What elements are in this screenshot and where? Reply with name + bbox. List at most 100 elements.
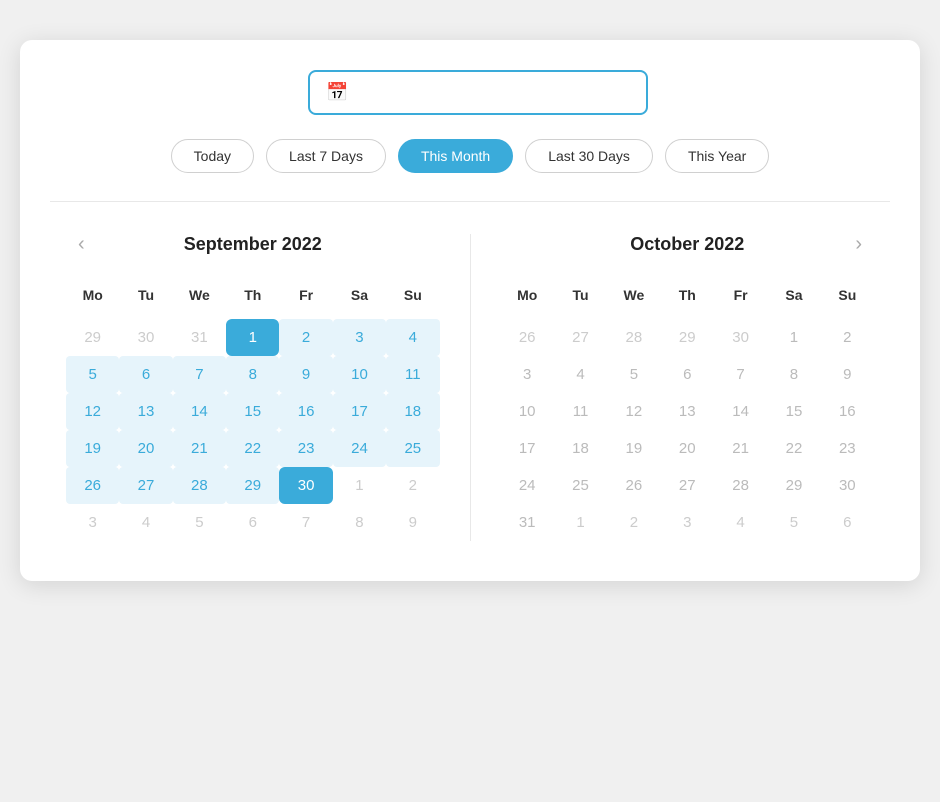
dow-header-we: We xyxy=(173,279,226,319)
cal-day[interactable]: 27 xyxy=(661,467,714,504)
cal-day[interactable]: 13 xyxy=(661,393,714,430)
cal-day[interactable]: 21 xyxy=(714,430,767,467)
cal-day[interactable]: 9 xyxy=(821,356,874,393)
calendar-icon: 📅 xyxy=(326,82,348,103)
cal-day[interactable]: 11 xyxy=(386,356,439,393)
cal-day[interactable]: 12 xyxy=(607,393,660,430)
preset-btn-last30days[interactable]: Last 30 Days xyxy=(525,139,653,173)
cal-day[interactable]: 1 xyxy=(226,319,279,356)
cal-day[interactable]: 5 xyxy=(66,356,119,393)
cal-day[interactable]: 21 xyxy=(173,430,226,467)
dow-header-mo: Mo xyxy=(66,279,119,319)
cal-day[interactable]: 3 xyxy=(333,319,386,356)
cal-day[interactable]: 29 xyxy=(767,467,820,504)
cal-day[interactable]: 8 xyxy=(767,356,820,393)
dow-header-fr: Fr xyxy=(714,279,767,319)
cal-day[interactable]: 18 xyxy=(386,393,439,430)
cal-day[interactable]: 4 xyxy=(554,356,607,393)
dow-header-mo: Mo xyxy=(501,279,554,319)
cal-day[interactable]: 2 xyxy=(821,319,874,356)
cal-day[interactable]: 27 xyxy=(119,467,172,504)
cal-day[interactable]: 1 xyxy=(767,319,820,356)
cal-day[interactable]: 6 xyxy=(119,356,172,393)
cal-day[interactable]: 6 xyxy=(661,356,714,393)
cal-day[interactable]: 18 xyxy=(554,430,607,467)
cal-day[interactable]: 10 xyxy=(333,356,386,393)
cal-day[interactable]: 3 xyxy=(501,356,554,393)
cal-header-sep2022: ‹September 2022 xyxy=(66,234,440,255)
cal-day: 30 xyxy=(119,319,172,356)
dow-header-fr: Fr xyxy=(279,279,332,319)
cal-day[interactable]: 30 xyxy=(821,467,874,504)
cal-day[interactable]: 28 xyxy=(714,467,767,504)
cal-day[interactable]: 13 xyxy=(119,393,172,430)
cal-day[interactable]: 8 xyxy=(226,356,279,393)
date-range-input[interactable]: 📅 xyxy=(308,70,648,115)
cal-day[interactable]: 23 xyxy=(821,430,874,467)
preset-btn-thismonth[interactable]: This Month xyxy=(398,139,513,173)
cal-day[interactable]: 12 xyxy=(66,393,119,430)
cal-day[interactable]: 14 xyxy=(714,393,767,430)
cal-day[interactable]: 22 xyxy=(767,430,820,467)
cal-day: 4 xyxy=(714,504,767,541)
cal-day[interactable]: 15 xyxy=(767,393,820,430)
cal-day[interactable]: 31 xyxy=(501,504,554,541)
cal-day[interactable]: 30 xyxy=(279,467,332,504)
cal-day[interactable]: 25 xyxy=(386,430,439,467)
cal-day[interactable]: 26 xyxy=(607,467,660,504)
cal-day: 7 xyxy=(279,504,332,541)
cal-day: 31 xyxy=(173,319,226,356)
cal-day[interactable]: 29 xyxy=(226,467,279,504)
cal-day[interactable]: 20 xyxy=(119,430,172,467)
preset-btn-today[interactable]: Today xyxy=(171,139,254,173)
calendar-sep2022: ‹September 2022MoTuWeThFrSaSu29303112345… xyxy=(50,234,471,541)
dow-header-sa: Sa xyxy=(333,279,386,319)
cal-day[interactable]: 24 xyxy=(333,430,386,467)
dow-header-tu: Tu xyxy=(119,279,172,319)
cal-day[interactable]: 24 xyxy=(501,467,554,504)
cal-day[interactable]: 19 xyxy=(607,430,660,467)
cal-day[interactable]: 7 xyxy=(173,356,226,393)
cal-day[interactable]: 28 xyxy=(173,467,226,504)
cal-title-oct2022: October 2022 xyxy=(630,234,744,255)
cal-day[interactable]: 17 xyxy=(333,393,386,430)
cal-day[interactable]: 7 xyxy=(714,356,767,393)
cal-day[interactable]: 19 xyxy=(66,430,119,467)
cal-day[interactable]: 14 xyxy=(173,393,226,430)
dow-header-sa: Sa xyxy=(767,279,820,319)
cal-day: 29 xyxy=(661,319,714,356)
cal-day[interactable]: 10 xyxy=(501,393,554,430)
cal-day[interactable]: 22 xyxy=(226,430,279,467)
cal-day[interactable]: 5 xyxy=(607,356,660,393)
preset-btn-last7days[interactable]: Last 7 Days xyxy=(266,139,386,173)
cal-day: 5 xyxy=(767,504,820,541)
cal-day[interactable]: 15 xyxy=(226,393,279,430)
dow-header-tu: Tu xyxy=(554,279,607,319)
cal-grid-sep2022: MoTuWeThFrSaSu29303112345678910111213141… xyxy=(66,279,440,541)
cal-day[interactable]: 9 xyxy=(279,356,332,393)
next-month-button[interactable]: › xyxy=(843,229,874,260)
preset-btn-thisyear[interactable]: This Year xyxy=(665,139,769,173)
cal-grid-oct2022: MoTuWeThFrSaSu26272829301234567891011121… xyxy=(501,279,875,541)
cal-day: 26 xyxy=(501,319,554,356)
cal-day[interactable]: 26 xyxy=(66,467,119,504)
dow-header-th: Th xyxy=(226,279,279,319)
cal-day: 1 xyxy=(554,504,607,541)
cal-day[interactable]: 20 xyxy=(661,430,714,467)
cal-day[interactable]: 23 xyxy=(279,430,332,467)
cal-day[interactable]: 16 xyxy=(279,393,332,430)
cal-day: 1 xyxy=(333,467,386,504)
cal-day: 30 xyxy=(714,319,767,356)
cal-day[interactable]: 16 xyxy=(821,393,874,430)
cal-day[interactable]: 11 xyxy=(554,393,607,430)
prev-month-button[interactable]: ‹ xyxy=(66,229,97,260)
cal-day: 8 xyxy=(333,504,386,541)
cal-day: 5 xyxy=(173,504,226,541)
cal-day[interactable]: 2 xyxy=(279,319,332,356)
cal-day[interactable]: 4 xyxy=(386,319,439,356)
dow-header-su: Su xyxy=(821,279,874,319)
cal-day[interactable]: 25 xyxy=(554,467,607,504)
cal-day: 29 xyxy=(66,319,119,356)
cal-day[interactable]: 17 xyxy=(501,430,554,467)
dow-header-we: We xyxy=(607,279,660,319)
